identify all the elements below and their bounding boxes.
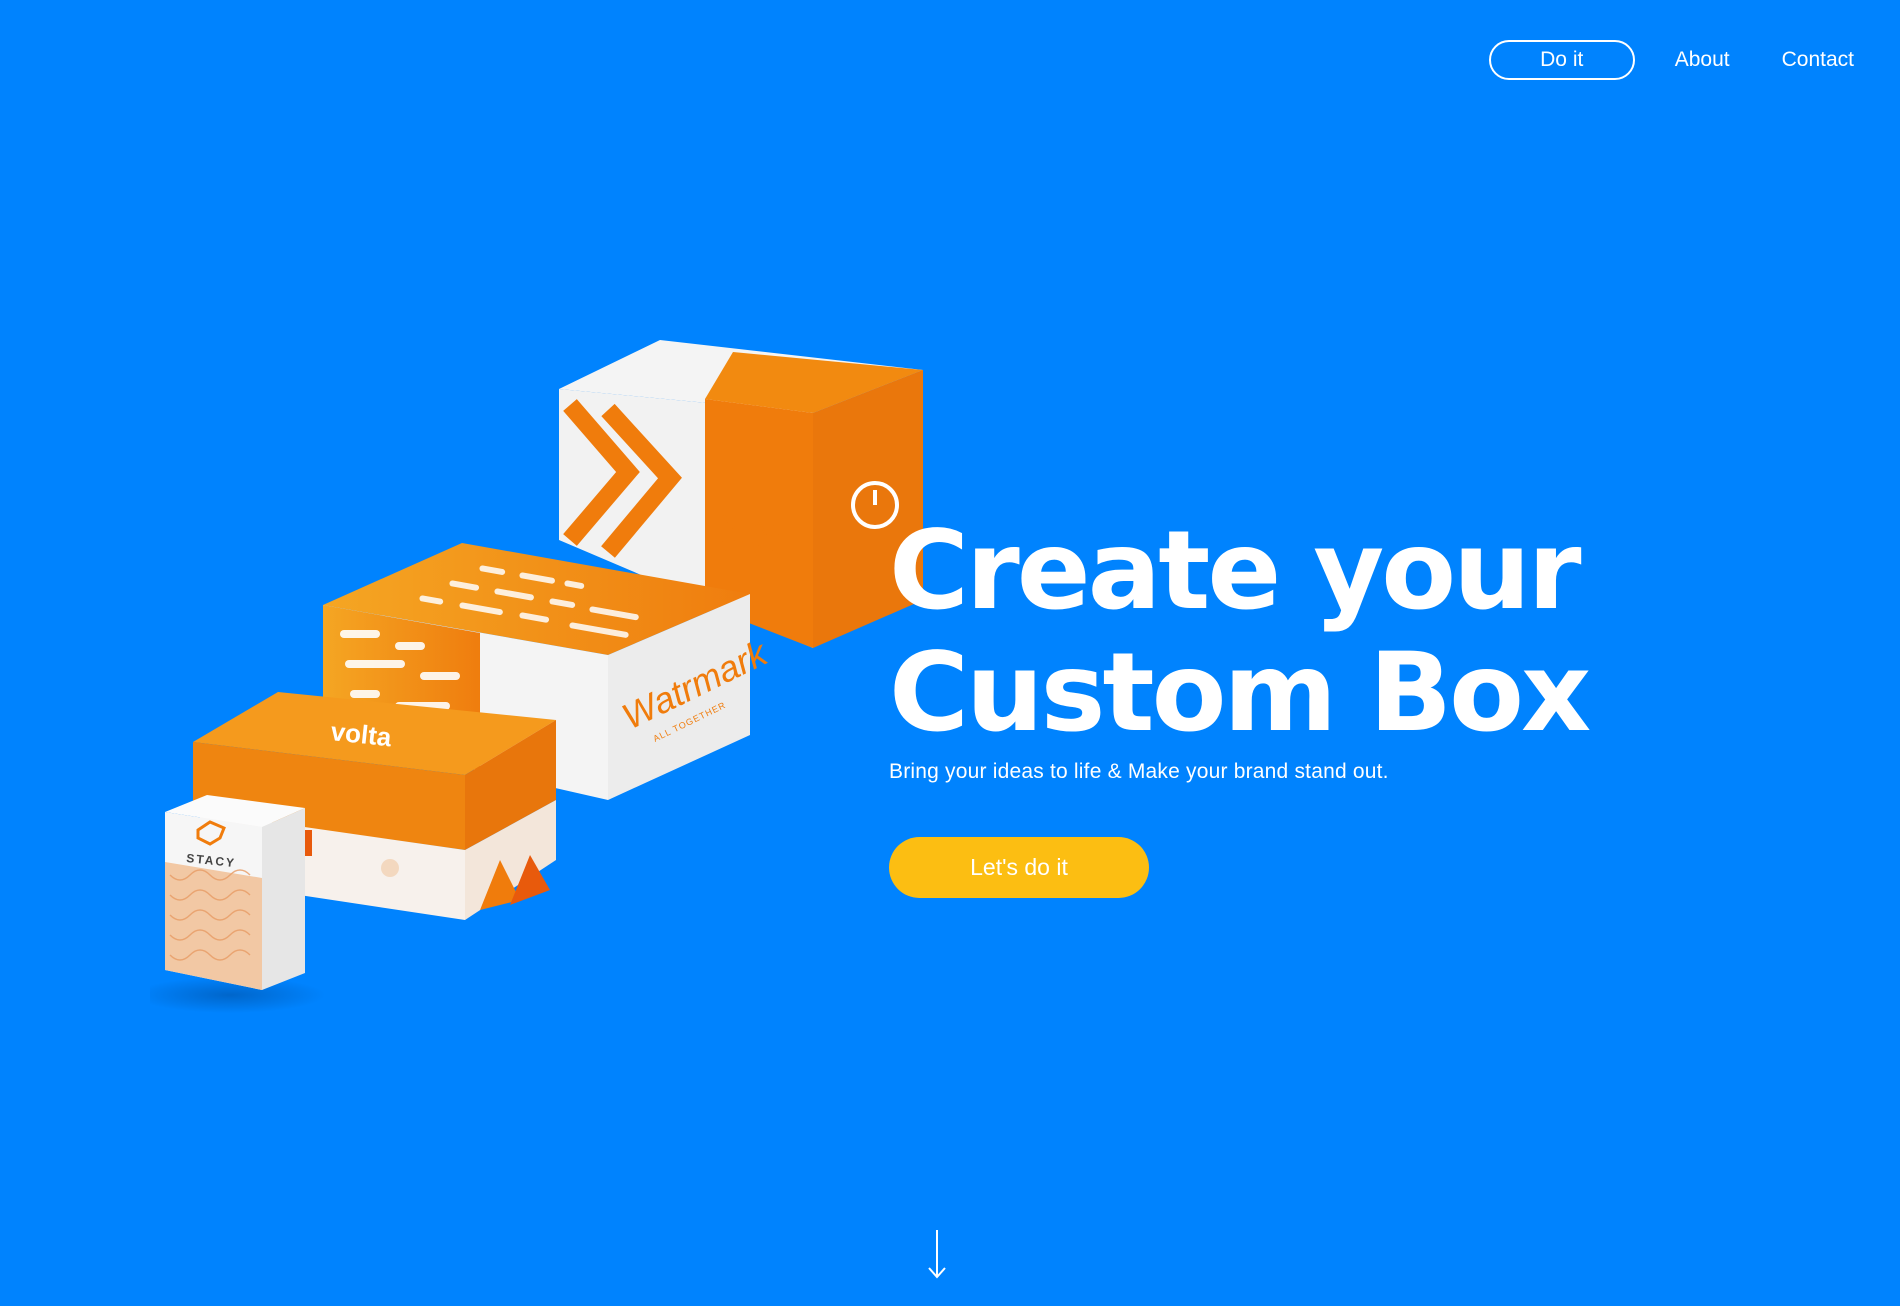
- lets-do-it-button[interactable]: Let's do it: [889, 837, 1149, 898]
- hero-subheadline: Bring your ideas to life & Make your bra…: [889, 760, 1389, 783]
- do-it-nav-button[interactable]: Do it: [1488, 40, 1635, 80]
- stacy-box: STACY: [150, 795, 325, 1013]
- nav-link-about[interactable]: About: [1675, 48, 1730, 72]
- headline-line-2: Custom Box: [889, 629, 1591, 756]
- custom-boxes-illustration: NONE TIME Watrmark ALL TOGETHER volta ST…: [150, 340, 923, 1013]
- hero-headline: Create your Custom Box: [889, 507, 1591, 756]
- headline-line-1: Create your: [889, 507, 1582, 634]
- top-nav: Do it About Contact: [1488, 40, 1854, 80]
- volta-brand: volta: [329, 716, 393, 752]
- arrow-down-icon[interactable]: [926, 1228, 948, 1280]
- nav-link-contact[interactable]: Contact: [1782, 48, 1854, 72]
